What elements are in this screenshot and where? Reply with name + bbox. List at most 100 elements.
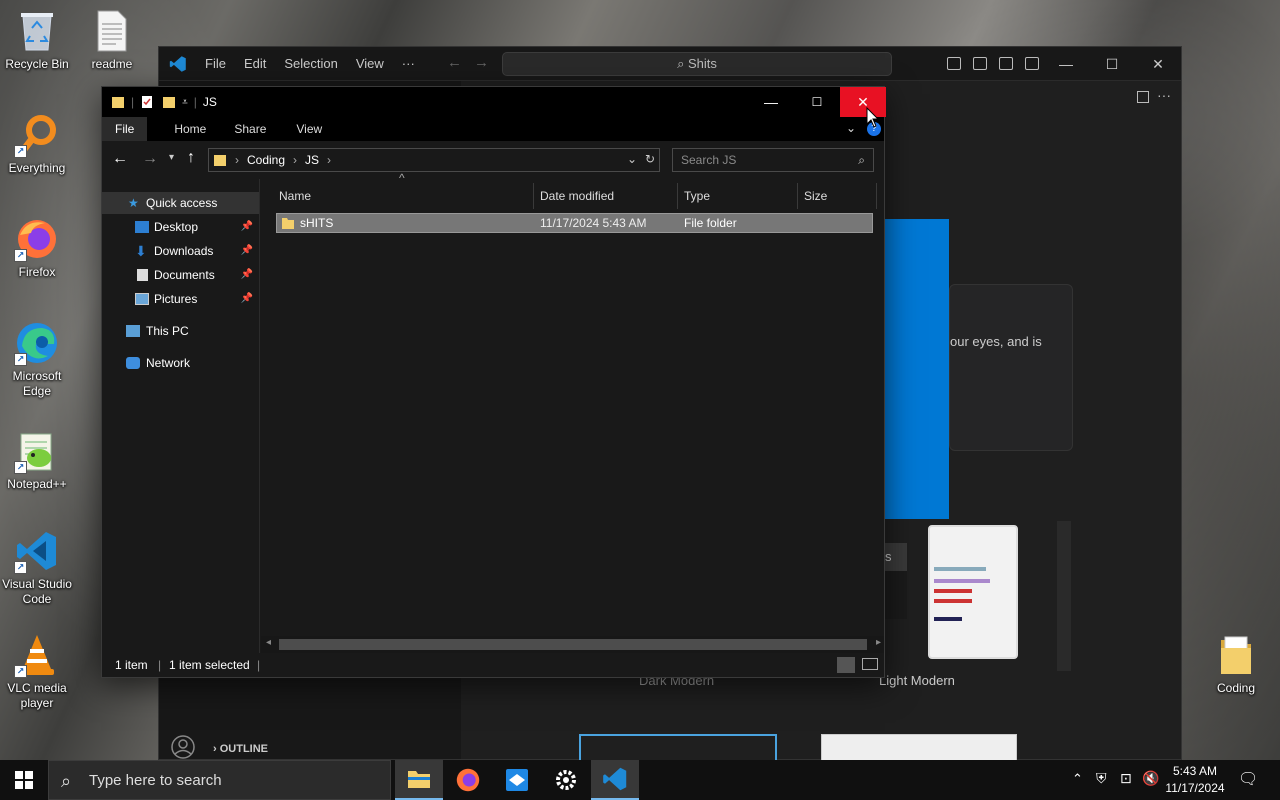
- notepadplusplus-icon: ↗: [14, 428, 60, 474]
- breadcrumb-js[interactable]: JS: [305, 153, 319, 167]
- light-modern-thumbnail[interactable]: [928, 525, 1018, 659]
- partial-button[interactable]: s: [885, 543, 907, 571]
- ribbon-tab-view[interactable]: View: [283, 117, 335, 141]
- vscode-minimize-button[interactable]: —: [1043, 47, 1089, 81]
- vscode-menu-edit[interactable]: Edit: [244, 56, 266, 71]
- minimize-button[interactable]: —: [748, 87, 794, 117]
- back-arrow-icon[interactable]: ←: [112, 150, 128, 168]
- file-row[interactable]: sHITS 11/17/2024 5:43 AM File folder: [276, 213, 873, 233]
- nav-desktop[interactable]: Desktop 📌: [102, 216, 259, 238]
- nav-downloads[interactable]: ⬇ Downloads 📌: [102, 240, 259, 262]
- vscode-close-button[interactable]: ✕: [1135, 47, 1181, 81]
- customize-layout-icon[interactable]: [1025, 57, 1039, 70]
- toggle-secondary-sidebar-icon[interactable]: [999, 57, 1013, 70]
- split-editor-icon[interactable]: [1137, 91, 1149, 103]
- notifications-icon[interactable]: 🗨: [1238, 769, 1258, 789]
- desktop-icon-coding-folder[interactable]: Coding: [1199, 632, 1273, 696]
- vscode-menu-file[interactable]: File: [205, 56, 226, 71]
- security-center-icon[interactable]: ⛨: [1096, 770, 1107, 787]
- vscode-menu-view[interactable]: View: [356, 56, 384, 71]
- start-button[interactable]: [0, 760, 48, 800]
- file-name: sHITS: [300, 216, 334, 230]
- taskbar-firefox[interactable]: [444, 760, 492, 800]
- item-count: 1 item: [115, 658, 148, 672]
- scroll-left-icon[interactable]: ◂: [266, 637, 271, 648]
- folder-icon: [214, 155, 226, 166]
- network-icon: [126, 357, 140, 369]
- properties-icon[interactable]: [140, 95, 154, 109]
- chevron-right-icon: ›: [213, 743, 217, 755]
- star-icon: ★: [128, 196, 139, 210]
- maximize-button[interactable]: ☐: [794, 87, 840, 117]
- desktop-icon-recycle-bin[interactable]: Recycle Bin: [0, 8, 74, 72]
- account-icon[interactable]: [171, 735, 195, 759]
- desktop-icon-readme[interactable]: readme: [75, 8, 149, 72]
- scrollbar-thumb[interactable]: [279, 639, 867, 650]
- forward-arrow-icon[interactable]: →: [142, 150, 158, 168]
- taskbar-app-blue[interactable]: [493, 760, 541, 800]
- chevron-right-icon: ›: [293, 153, 298, 167]
- column-header-type[interactable]: Type: [684, 179, 710, 213]
- address-bar[interactable]: › Coding › JS › ⌄ ↻: [208, 148, 660, 172]
- windows-logo-icon: [15, 771, 33, 789]
- column-header-size[interactable]: Size: [804, 179, 827, 213]
- breadcrumb-coding[interactable]: Coding: [247, 153, 285, 167]
- address-bar-row: ← → ▾ ↑ › Coding › JS › ⌄ ↻ Search JS ⌕: [102, 141, 884, 179]
- desktop-icon-vscode[interactable]: ↗ Visual Studio Code: [0, 528, 74, 607]
- up-arrow-icon[interactable]: ↑: [187, 149, 195, 167]
- nav-this-pc[interactable]: This PC: [102, 320, 259, 342]
- ribbon-tab-file[interactable]: File: [102, 117, 148, 141]
- recent-locations-icon[interactable]: ▾: [169, 152, 174, 163]
- selection-count: 1 item selected: [169, 658, 250, 672]
- scrollbar[interactable]: [1057, 521, 1071, 671]
- expand-ribbon-icon[interactable]: ⌄: [846, 121, 856, 135]
- vscode-command-center[interactable]: ⌕ Shits: [502, 52, 892, 76]
- vscode-logo-icon: [169, 55, 186, 72]
- file-explorer-window[interactable]: | ⩡ | JS — ☐ ✕ File Home Share View ⌄ ? …: [101, 86, 886, 678]
- desktop-icon-vlc[interactable]: ↗ VLC media player: [0, 632, 74, 711]
- customize-toolbar-icon[interactable]: ⩡: [182, 97, 188, 108]
- explorer-body: ★ Quick access Desktop 📌 ⬇ Downloads 📌 D…: [102, 171, 884, 653]
- show-hidden-icons-icon[interactable]: ⌃: [1072, 771, 1083, 787]
- theme-label-light-modern[interactable]: Light Modern: [879, 673, 955, 688]
- nav-network[interactable]: Network: [102, 352, 259, 374]
- chevron-down-icon[interactable]: ⌄: [627, 152, 637, 166]
- column-header-date-modified[interactable]: Date modified: [540, 179, 614, 213]
- nav-quick-access[interactable]: ★ Quick access: [102, 192, 259, 214]
- column-header-name[interactable]: Name: [279, 179, 311, 213]
- toggle-panel-icon[interactable]: [973, 57, 987, 70]
- network-status-icon[interactable]: ⊡: [1120, 770, 1132, 787]
- pin-icon: 📌: [240, 293, 253, 304]
- clock[interactable]: 5:43 AM 11/17/2024: [1163, 763, 1227, 797]
- refresh-icon[interactable]: ↻: [645, 152, 655, 166]
- desktop-icon-notepadpp[interactable]: ↗ Notepad++: [0, 428, 74, 492]
- ribbon-tab-home[interactable]: Home: [161, 117, 219, 141]
- taskbar-file-explorer[interactable]: [395, 760, 443, 800]
- outline-section-header[interactable]: › OUTLINE: [213, 743, 268, 755]
- volume-muted-icon[interactable]: 🔇: [1142, 770, 1159, 787]
- search-input[interactable]: Search JS ⌕: [672, 148, 874, 172]
- taskbar-search-box[interactable]: ⌕ Type here to search: [48, 760, 391, 800]
- desktop-icon-edge[interactable]: ↗ Microsoft Edge: [0, 320, 74, 399]
- more-actions-icon[interactable]: ···: [1157, 87, 1171, 103]
- taskbar-settings[interactable]: [542, 760, 590, 800]
- large-icons-view-icon[interactable]: [862, 658, 878, 670]
- vscode-maximize-button[interactable]: ☐: [1089, 47, 1135, 81]
- vscode-menu-selection[interactable]: Selection: [284, 56, 337, 71]
- new-folder-icon[interactable]: [162, 95, 176, 109]
- horizontal-scrollbar[interactable]: ◂ ▸: [261, 636, 884, 653]
- toggle-primary-sidebar-icon[interactable]: [947, 57, 961, 70]
- vscode-nav-arrows-icon[interactable]: ←→: [447, 54, 501, 71]
- taskbar-vscode[interactable]: [591, 760, 639, 800]
- vscode-menu-more[interactable]: ···: [402, 56, 415, 71]
- nav-pictures[interactable]: Pictures 📌: [102, 288, 259, 310]
- details-view-icon[interactable]: [837, 657, 855, 673]
- ribbon-tab-share[interactable]: Share: [221, 117, 279, 141]
- scroll-right-icon[interactable]: ▸: [876, 637, 881, 648]
- chevron-right-icon: ›: [235, 153, 239, 167]
- nav-documents[interactable]: Documents 📌: [102, 264, 259, 286]
- desktop-icon-everything[interactable]: ↗ Everything: [0, 112, 74, 176]
- computer-icon: [126, 325, 140, 337]
- desktop-icon-firefox[interactable]: ↗ Firefox: [0, 216, 74, 280]
- explorer-titlebar: | ⩡ | JS — ☐ ✕: [102, 87, 886, 117]
